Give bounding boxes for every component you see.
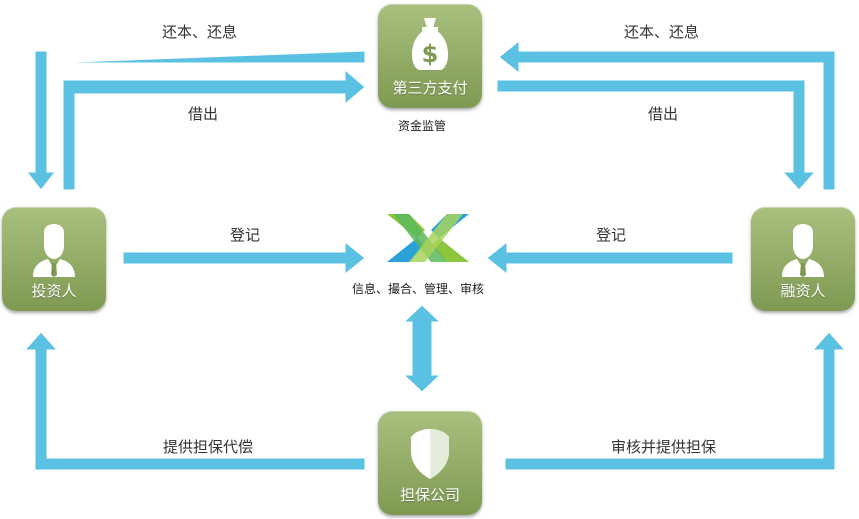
platform-logo-icon [387, 214, 469, 262]
investor-node-label: 投资人 [31, 282, 77, 300]
arrow-payment-to-borrower [496, 79, 817, 191]
label-payment-sub: 资金监管 [398, 119, 447, 133]
borrower-node[interactable]: 融资人 [751, 207, 855, 311]
flow-diagram: $ 第三方支付 投资人 融资人 担保公司 还本、还息 还本、还息 借出 借出 资… [0, 0, 859, 519]
label-repay-right: 还本、还息 [624, 23, 700, 41]
arrow-borrower-to-platform [486, 240, 734, 276]
label-lend-left: 借出 [188, 105, 219, 123]
label-register-right: 登记 [596, 226, 627, 244]
arrow-investor-to-payment [62, 68, 366, 191]
shield-icon [411, 429, 449, 479]
label-platform-sub: 信息、撮合、管理、审核 [352, 282, 485, 296]
guarantor-node-label: 担保公司 [399, 486, 460, 504]
payment-node-label: 第三方支付 [392, 79, 468, 97]
label-register-left: 登记 [230, 226, 261, 244]
label-guarantee-right: 审核并提供担保 [611, 438, 717, 456]
person-icon [33, 224, 75, 277]
money-bag-icon: $ [411, 18, 449, 70]
svg-text:$: $ [422, 40, 439, 68]
label-guarantee-left: 提供担保代偿 [163, 438, 254, 456]
guarantor-node[interactable]: 担保公司 [378, 411, 482, 515]
investor-node[interactable]: 投资人 [2, 207, 106, 311]
label-lend-right: 借出 [648, 105, 679, 123]
payment-node[interactable]: $ 第三方支付 [378, 4, 482, 108]
label-repay-left: 还本、还息 [162, 23, 238, 41]
borrower-node-label: 融资人 [780, 282, 826, 300]
arrow-investor-to-platform [122, 240, 366, 276]
arrow-platform-guarantor [402, 304, 442, 393]
person-icon [782, 224, 824, 277]
